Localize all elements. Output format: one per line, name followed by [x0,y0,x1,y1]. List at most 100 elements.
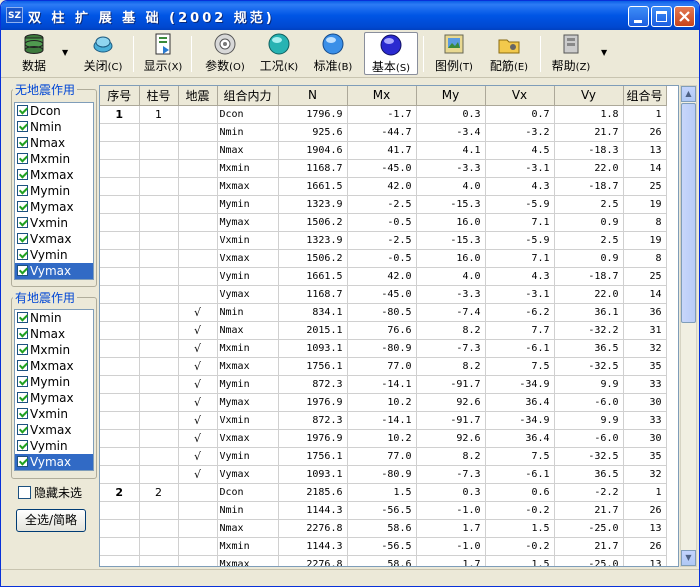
seismic-item[interactable]: Nmax [15,326,93,342]
checked-checkbox-icon[interactable] [17,105,28,116]
results-table[interactable]: 序号 柱号 地震 组合内力 N Mx My Vx Vy 组合号 1 1 Dcon 1796.9 -1.7 0… [99,85,679,567]
seismic-item[interactable]: Mymin [15,374,93,390]
column-header[interactable]: 序号 [100,86,140,106]
no-seismic-item[interactable]: Mymax [15,199,93,215]
checked-checkbox-icon[interactable] [17,360,28,371]
no-seismic-item[interactable]: Vymax [15,263,93,279]
table-row[interactable]: Mxmin 1168.7 -45.0 -3.3 -3.1 22.0 14 [100,159,667,178]
column-header[interactable]: Vx [485,86,555,106]
table-row[interactable]: √ Vxmin 872.3 -14.1 -91.7 -34.9 9.9 33 [100,411,667,430]
table-row[interactable]: √ Vymax 1093.1 -80.9 -7.3 -6.1 36.5 32 [100,465,667,484]
column-header[interactable]: 组合号 [623,86,667,106]
checked-checkbox-icon[interactable] [17,424,28,435]
maximize-button[interactable] [651,6,672,27]
checked-checkbox-icon[interactable] [17,153,28,164]
checked-checkbox-icon[interactable] [17,233,28,244]
table-row[interactable]: 2 2 Dcon 2185.6 1.5 0.3 0.6 -2.2 1 [100,483,667,502]
table-row[interactable]: √ Nmax 2015.1 76.6 8.2 7.7 -32.2 31 [100,321,667,340]
column-header[interactable]: 组合内力 [217,86,279,106]
params-button[interactable]: 参数(O) [203,32,247,75]
seismic-item[interactable]: Mxmax [15,358,93,374]
no-seismic-item[interactable]: Nmax [15,135,93,151]
help-dropdown-arrow-icon[interactable]: ▼ [601,48,607,57]
table-row[interactable]: Mxmax 1661.5 42.0 4.0 4.3 -18.7 25 [100,177,667,196]
table-row[interactable]: √ Mxmin 1093.1 -80.9 -7.3 -6.1 36.5 32 [100,339,667,358]
column-header[interactable]: Vy [554,86,624,106]
help-button[interactable]: 帮助(Z) [548,32,594,75]
seismic-item[interactable]: Mxmin [15,342,93,358]
checked-checkbox-icon[interactable] [17,169,28,180]
data-button[interactable]: 数据 [17,32,51,75]
table-row[interactable]: √ Vxmax 1976.9 10.2 92.6 36.4 -6.0 30 [100,429,667,448]
table-row[interactable]: √ Nmin 834.1 -80.5 -7.4 -6.2 36.1 36 [100,303,667,322]
close-button[interactable] [674,6,695,27]
no-seismic-item[interactable]: Nmin [15,119,93,135]
table-row[interactable]: √ Mymax 1976.9 10.2 92.6 36.4 -6.0 30 [100,393,667,412]
column-header[interactable]: N [278,86,348,106]
table-row[interactable]: 1 1 Dcon 1796.9 -1.7 0.3 0.7 1.8 1 [100,105,667,124]
table-row[interactable]: Nmax 2276.8 58.6 1.7 1.5 -25.0 13 [100,519,667,538]
table-row[interactable]: Mxmin 1144.3 -56.5 -1.0 -0.2 21.7 26 [100,537,667,556]
select-all-button[interactable]: 全选/简略 [16,509,86,532]
no-seismic-item[interactable]: Vymin [15,247,93,263]
checked-checkbox-icon[interactable] [17,137,28,148]
checked-checkbox-icon[interactable] [17,456,28,467]
checked-checkbox-icon[interactable] [17,217,28,228]
table-row[interactable]: Mymin 1323.9 -2.5 -15.3 -5.9 2.5 19 [100,195,667,214]
title-bar[interactable]: SZ 双 柱 扩 展 基 础 (2002 规范) [1,1,699,30]
checked-checkbox-icon[interactable] [17,185,28,196]
display-button[interactable]: 显示(X) [141,32,185,75]
seismic-item[interactable]: Vxmin [15,406,93,422]
scroll-down-button[interactable]: ▼ [681,550,696,566]
seismic-list[interactable]: Nmin Nmax Mxmin Mxmax Mymin Mymax Vxmin Vxmax Vy… [14,309,94,471]
table-row[interactable]: Nmin 1144.3 -56.5 -1.0 -0.2 21.7 26 [100,501,667,520]
checked-checkbox-icon[interactable] [17,312,28,323]
seismic-item[interactable]: Mymax [15,390,93,406]
table-vertical-scrollbar[interactable]: ▲ ▼ [680,85,697,567]
table-row[interactable]: Nmin 925.6 -44.7 -3.4 -3.2 21.7 26 [100,123,667,142]
scroll-up-button[interactable]: ▲ [681,86,696,102]
checked-checkbox-icon[interactable] [17,440,28,451]
no-seismic-item[interactable]: Vxmin [15,215,93,231]
column-header[interactable]: Mx [347,86,417,106]
table-row[interactable]: Mxmax 2276.8 58.6 1.7 1.5 -25.0 13 [100,555,667,566]
column-header[interactable]: My [416,86,486,106]
table-row[interactable]: √ Vymin 1756.1 77.0 8.2 7.5 -32.5 35 [100,447,667,466]
no-seismic-item[interactable]: Vxmax [15,231,93,247]
checked-checkbox-icon[interactable] [17,249,28,260]
column-header[interactable]: 柱号 [139,86,179,106]
checked-checkbox-icon[interactable] [17,201,28,212]
hide-unselected-box[interactable] [18,486,31,499]
close-file-button[interactable]: 关闭(C) [79,32,127,75]
no-seismic-item[interactable]: Mymin [15,183,93,199]
seismic-item[interactable]: Vxmax [15,422,93,438]
legend-button[interactable]: 图例(T) [431,32,477,75]
seismic-item[interactable]: Vymax [15,454,93,470]
data-dropdown-arrow-icon[interactable]: ▼ [62,48,68,57]
case-button[interactable]: 工况(K) [257,32,301,75]
checked-checkbox-icon[interactable] [17,376,28,387]
scroll-thumb[interactable] [681,103,696,323]
checked-checkbox-icon[interactable] [17,328,28,339]
table-row[interactable]: Vxmin 1323.9 -2.5 -15.3 -5.9 2.5 19 [100,231,667,250]
standard-button[interactable]: 标准(B) [311,32,355,75]
checked-checkbox-icon[interactable] [17,265,28,276]
no-seismic-item[interactable]: Dcon [15,103,93,119]
no-seismic-item[interactable]: Mxmax [15,167,93,183]
table-row[interactable]: Vymax 1168.7 -45.0 -3.3 -3.1 22.0 14 [100,285,667,304]
no-seismic-list[interactable]: Dcon Nmin Nmax Mxmin Mxmax Mymin Mymax Vxmin Vxm… [14,102,94,280]
table-row[interactable]: Vymin 1661.5 42.0 4.0 4.3 -18.7 25 [100,267,667,286]
basic-button[interactable]: 基本(S) [364,32,418,75]
checked-checkbox-icon[interactable] [17,344,28,355]
table-row[interactable]: Mymax 1506.2 -0.5 16.0 7.1 0.9 8 [100,213,667,232]
table-row[interactable]: √ Mxmax 1756.1 77.0 8.2 7.5 -32.5 35 [100,357,667,376]
seismic-item[interactable]: Nmin [15,310,93,326]
checked-checkbox-icon[interactable] [17,121,28,132]
seismic-item[interactable]: Vymin [15,438,93,454]
checked-checkbox-icon[interactable] [17,392,28,403]
column-header[interactable]: 地震 [178,86,218,106]
table-row[interactable]: Nmax 1904.6 41.7 4.1 4.5 -18.3 13 [100,141,667,160]
no-seismic-item[interactable]: Mxmin [15,151,93,167]
table-row[interactable]: √ Mymin 872.3 -14.1 -91.7 -34.9 9.9 33 [100,375,667,394]
checked-checkbox-icon[interactable] [17,408,28,419]
